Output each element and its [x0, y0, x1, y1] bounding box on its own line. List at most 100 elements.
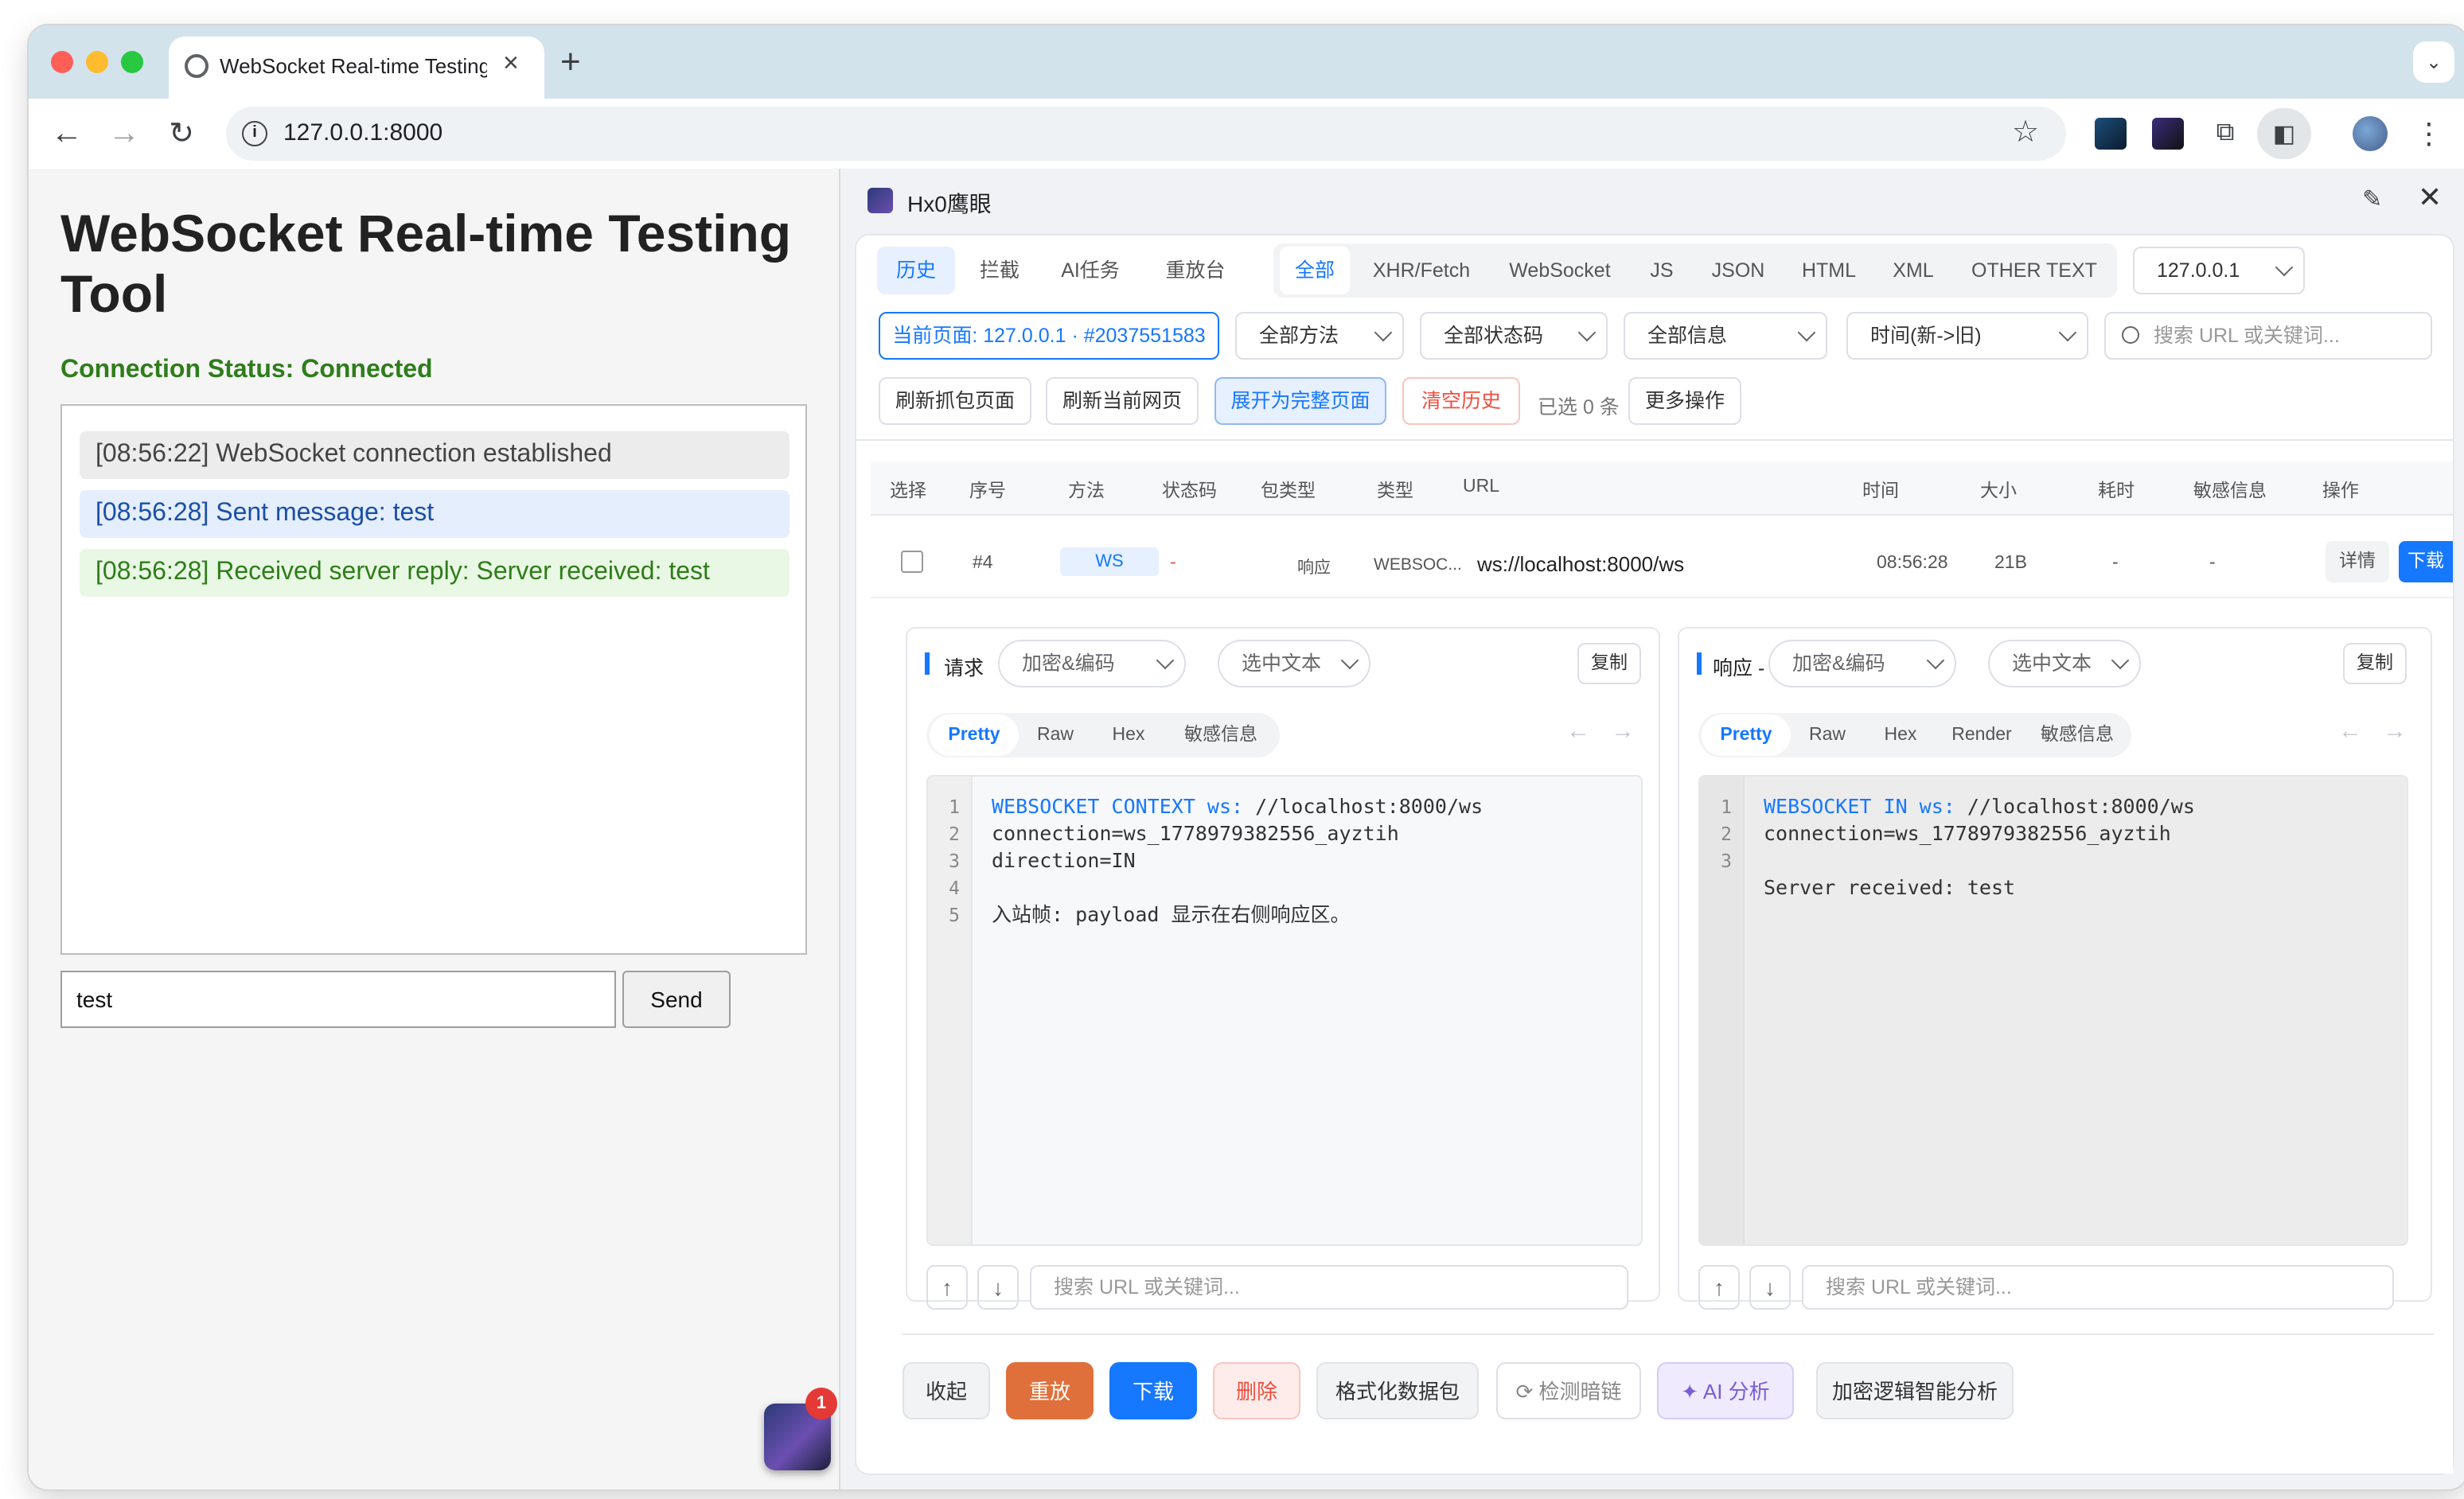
divider: [856, 439, 2453, 441]
request-tab-hex[interactable]: Hex: [1092, 714, 1165, 756]
expand-full-page-button[interactable]: 展开为完整页面: [1214, 377, 1386, 425]
row-url[interactable]: ws://localhost:8000/ws: [1477, 552, 1684, 576]
site-info-icon[interactable]: i: [242, 121, 267, 146]
detect-label: 检测暗链: [1538, 1380, 1622, 1404]
close-window-button[interactable]: [51, 51, 73, 73]
response-text-select[interactable]: 选中文本: [1988, 640, 2141, 687]
tab-close-icon[interactable]: ×: [503, 48, 519, 80]
new-tab-button[interactable]: +: [560, 41, 581, 83]
request-tab-pretty[interactable]: Pretty: [930, 714, 1019, 756]
request-editor[interactable]: 1 2 3 4 5 WEBSOCKET CONTEXT ws: //localh…: [926, 775, 1643, 1246]
info-select[interactable]: 全部信息: [1624, 312, 1827, 360]
filter-js[interactable]: JS: [1636, 247, 1687, 294]
tab-replay[interactable]: 重放台: [1149, 247, 1242, 294]
refresh-capture-button[interactable]: 刷新抓包页面: [879, 377, 1031, 425]
filter-all[interactable]: 全部: [1280, 247, 1350, 294]
response-tab-render[interactable]: Render: [1937, 714, 2026, 756]
tab-ai-tasks[interactable]: AI任务: [1044, 247, 1136, 294]
ai-analysis-button[interactable]: ✦ AI 分析: [1657, 1362, 1794, 1419]
response-tab-hex[interactable]: Hex: [1864, 714, 1937, 756]
response-copy-button[interactable]: 复制: [2343, 643, 2407, 684]
minimize-window-button[interactable]: [86, 51, 108, 73]
unpin-icon[interactable]: ✎: [2362, 185, 2382, 213]
sort-select[interactable]: 时间(新->旧): [1846, 312, 2088, 360]
more-actions-button[interactable]: 更多操作: [1628, 377, 1741, 425]
filter-html[interactable]: HTML: [1789, 247, 1869, 294]
response-tab-sensitive[interactable]: 敏感信息: [2026, 714, 2128, 756]
search-input[interactable]: 搜索 URL 或关键词...: [2104, 312, 2432, 360]
format-packet-button[interactable]: 格式化数据包: [1316, 1362, 1479, 1419]
response-pane: 响应 - 加密&编码 选中文本 复制 Pretty Raw Hex Render…: [1678, 627, 2432, 1310]
download-button[interactable]: 下载: [1109, 1362, 1197, 1419]
response-text-value: 选中文本: [2012, 652, 2092, 675]
request-code: WEBSOCKET CONTEXT ws: //localhost:8000/w…: [992, 792, 1483, 928]
extensions-puzzle-icon[interactable]: ⧉: [2206, 115, 2244, 153]
scroll-up-icon[interactable]: ↑: [926, 1265, 968, 1310]
col-size: 大小: [1980, 482, 2017, 501]
profile-avatar[interactable]: [2353, 116, 2388, 151]
filter-other-text[interactable]: OTHER TEXT: [1961, 247, 2107, 294]
prev-arrow-icon[interactable]: ←: [2338, 718, 2362, 745]
url-text[interactable]: 127.0.0.1:8000: [283, 119, 443, 146]
tab-search-chevron-icon[interactable]: ⌄: [2413, 41, 2454, 83]
filter-xml[interactable]: XML: [1878, 247, 1948, 294]
filter-xhr-fetch[interactable]: XHR/Fetch: [1363, 247, 1480, 294]
prev-arrow-icon[interactable]: ←: [1566, 718, 1590, 745]
host-select[interactable]: 127.0.0.1: [2133, 247, 2305, 294]
detect-dark-links-button[interactable]: ⟳ 检测暗链: [1496, 1362, 1641, 1419]
filter-websocket[interactable]: WebSocket: [1493, 247, 1627, 294]
close-panel-icon[interactable]: ✕: [2418, 181, 2442, 215]
scroll-down-icon[interactable]: ↓: [977, 1265, 1019, 1310]
clear-history-button[interactable]: 清空历史: [1402, 377, 1520, 425]
extension-icon-2[interactable]: [2152, 118, 2184, 150]
row-checkbox[interactable]: [901, 551, 923, 573]
response-search-input[interactable]: 搜索 URL 或关键词...: [1802, 1265, 2394, 1310]
response-encode-select[interactable]: 加密&编码: [1768, 640, 1956, 687]
request-tab-sensitive[interactable]: 敏感信息: [1168, 714, 1273, 756]
send-button[interactable]: Send: [622, 971, 731, 1028]
message-input[interactable]: test: [60, 971, 616, 1028]
browser-tab[interactable]: WebSocket Real-time Testing Tool ×: [169, 37, 544, 99]
current-page-button[interactable]: 当前页面: 127.0.0.1 · #2037551583: [879, 312, 1219, 360]
request-search-input[interactable]: 搜索 URL 或关键词...: [1030, 1265, 1628, 1310]
bookmark-star-icon[interactable]: ☆: [2012, 115, 2039, 151]
menu-kebab-icon[interactable]: ⋮: [2413, 115, 2445, 153]
forward-arrow-icon[interactable]: →: [105, 115, 143, 153]
response-encode-value: 加密&编码: [1792, 652, 1885, 675]
collapse-button[interactable]: 收起: [903, 1362, 990, 1419]
delete-button[interactable]: 删除: [1213, 1362, 1300, 1419]
response-tab-pretty[interactable]: Pretty: [1702, 714, 1791, 756]
row-detail-button[interactable]: 详情: [2326, 541, 2389, 582]
info-select-value: 全部信息: [1647, 325, 1728, 347]
request-copy-button[interactable]: 复制: [1577, 643, 1641, 684]
response-editor[interactable]: 1 2 3 WEBSOCKET IN ws: //localhost:8000/…: [1698, 775, 2408, 1246]
action-bar: 收起 重放 下载 删除 格式化数据包 ⟳ 检测暗链 ✦ AI 分析 加密逻辑智能…: [903, 1362, 2434, 1419]
method-select[interactable]: 全部方法: [1235, 312, 1404, 360]
back-arrow-icon[interactable]: ←: [48, 115, 86, 153]
scroll-down-icon[interactable]: ↓: [1749, 1265, 1791, 1310]
side-panel: Hx0鹰眼 ✎ ✕ 历史 拦截 AI任务 重放台 全部 XHR/Fetch We…: [840, 169, 2464, 1489]
crypto-analysis-button[interactable]: 加密逻辑智能分析: [1816, 1362, 2014, 1419]
extension-icon-1[interactable]: [2095, 118, 2127, 150]
replay-button[interactable]: 重放: [1006, 1362, 1094, 1419]
maximize-window-button[interactable]: [121, 51, 143, 73]
side-panel-icon[interactable]: ◧: [2257, 108, 2311, 159]
filter-json[interactable]: JSON: [1697, 247, 1780, 294]
next-arrow-icon[interactable]: →: [1611, 718, 1635, 745]
request-text-select[interactable]: 选中文本: [1218, 640, 1370, 687]
table-row[interactable]: #4 WS - 响应 WEBSOC... ws://localhost:8000…: [871, 525, 2453, 598]
reload-icon[interactable]: ↻: [162, 115, 201, 153]
request-encode-select[interactable]: 加密&编码: [998, 640, 1186, 687]
next-arrow-icon[interactable]: →: [2383, 718, 2407, 745]
refresh-page-button[interactable]: 刷新当前网页: [1046, 377, 1199, 425]
search-placeholder: 搜索 URL 或关键词...: [2154, 325, 2340, 347]
address-bar[interactable]: i 127.0.0.1:8000 ☆: [226, 107, 2066, 161]
row-download-button[interactable]: 下载: [2399, 541, 2453, 582]
link-icon: ⟳: [1515, 1380, 1539, 1404]
response-tab-raw[interactable]: Raw: [1791, 714, 1864, 756]
scroll-up-icon[interactable]: ↑: [1698, 1265, 1740, 1310]
status-code-select[interactable]: 全部状态码: [1420, 312, 1608, 360]
tab-intercept[interactable]: 拦截: [965, 247, 1035, 294]
tab-history[interactable]: 历史: [877, 247, 955, 294]
request-tab-raw[interactable]: Raw: [1019, 714, 1092, 756]
